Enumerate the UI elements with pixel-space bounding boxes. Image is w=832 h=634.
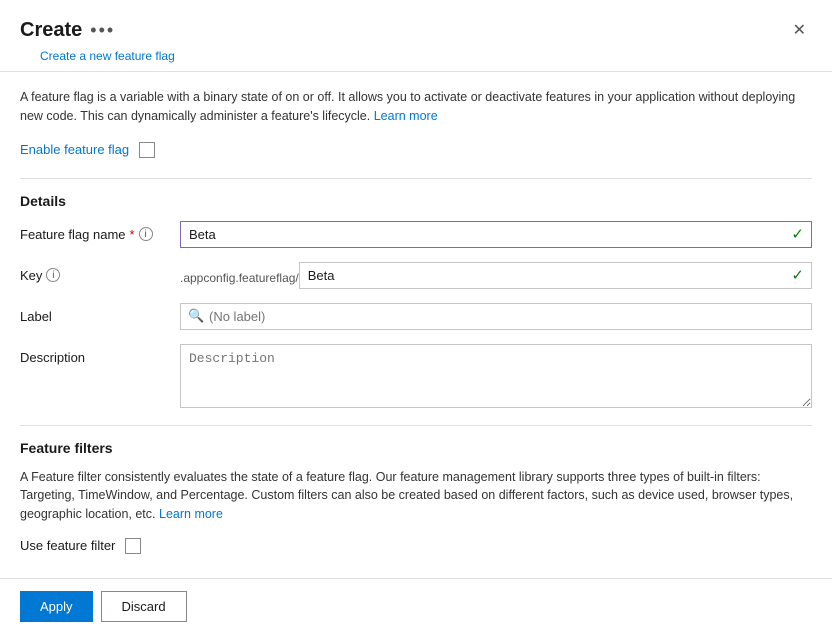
learn-more-link-filters[interactable]: Learn more: [159, 507, 223, 521]
key-prefix: .appconfig.featureflag/: [180, 265, 299, 285]
more-icon[interactable]: •••: [90, 20, 115, 41]
use-filter-row: Use feature filter: [20, 538, 812, 554]
key-row-inner: .appconfig.featureflag/ ✓: [180, 262, 812, 289]
key-input[interactable]: [299, 262, 812, 289]
description-row: Description: [20, 344, 812, 411]
enable-feature-flag-row: Enable feature flag: [20, 142, 812, 158]
enable-checkbox[interactable]: [139, 142, 155, 158]
discard-button[interactable]: Discard: [101, 591, 187, 622]
description-field-wrap: [180, 344, 812, 411]
label-label: Label: [20, 303, 180, 324]
flag-name-field-wrap: ✓: [180, 221, 812, 248]
use-filter-checkbox[interactable]: [125, 538, 141, 554]
details-divider: [20, 178, 812, 179]
key-input-wrap: ✓: [299, 262, 812, 289]
flag-name-label: Feature flag name * i: [20, 221, 180, 242]
key-row: Key i .appconfig.featureflag/ ✓: [20, 262, 812, 289]
label-input[interactable]: [180, 303, 812, 330]
panel-body: A feature flag is a variable with a bina…: [0, 72, 832, 578]
key-label: Key i: [20, 262, 180, 283]
learn-more-link-info[interactable]: Learn more: [374, 109, 438, 123]
key-field-wrap: .appconfig.featureflag/ ✓: [180, 262, 812, 289]
label-field-wrap: 🔍: [180, 303, 812, 330]
label-input-wrap: 🔍: [180, 303, 812, 330]
title-group: Create •••: [20, 19, 115, 42]
flag-name-check-icon: ✓: [791, 225, 804, 243]
panel-title: Create: [20, 19, 82, 42]
description-label: Description: [20, 344, 180, 365]
info-description: A feature flag is a variable with a bina…: [20, 88, 812, 126]
panel-header: Create ••• ✕: [0, 0, 832, 48]
panel-subtitle[interactable]: Create a new feature flag: [20, 49, 195, 73]
details-section-title: Details: [20, 193, 812, 209]
flag-name-input[interactable]: [180, 221, 812, 248]
feature-filters-section: Feature filters A Feature filter consist…: [20, 440, 812, 554]
filters-section-title: Feature filters: [20, 440, 812, 456]
filters-divider: [20, 425, 812, 426]
flag-name-input-wrap: ✓: [180, 221, 812, 248]
description-input[interactable]: [180, 344, 812, 408]
label-row: Label 🔍: [20, 303, 812, 330]
close-button[interactable]: ✕: [787, 16, 812, 44]
required-indicator: *: [130, 227, 135, 242]
enable-label: Enable feature flag: [20, 142, 129, 157]
label-search-icon: 🔍: [188, 308, 204, 324]
filter-info-text: A Feature filter consistently evaluates …: [20, 468, 812, 524]
key-info-icon[interactable]: i: [46, 268, 60, 282]
use-filter-label: Use feature filter: [20, 538, 115, 553]
create-panel: Create ••• ✕ Create a new feature flag A…: [0, 0, 832, 634]
panel-footer: Apply Discard: [0, 578, 832, 634]
flag-name-row: Feature flag name * i ✓: [20, 221, 812, 248]
key-check-icon: ✓: [791, 266, 804, 284]
apply-button[interactable]: Apply: [20, 591, 93, 622]
flag-name-info-icon[interactable]: i: [139, 227, 153, 241]
